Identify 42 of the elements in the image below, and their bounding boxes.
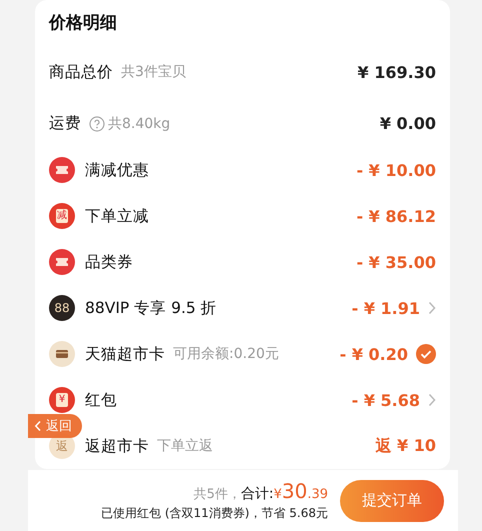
discount-amount: 返 ¥ 10: [375, 436, 436, 456]
discount-amount: - ¥ 1.91: [352, 298, 420, 318]
checkbox[interactable]: [416, 344, 436, 364]
card-icon: [49, 341, 75, 367]
chevron-icon[interactable]: [428, 301, 436, 315]
discount-label: 红包: [85, 390, 117, 410]
badge-icon: 减: [49, 203, 75, 229]
discount-amount: - ¥ 35.00: [356, 252, 436, 272]
back-button[interactable]: 返回: [28, 414, 82, 438]
row-note: 共3件宝贝: [121, 63, 186, 81]
savings-note: 已使用红包 (含双11消费券)，节省 5.68元: [101, 505, 328, 522]
badge-icon: ¥: [49, 387, 75, 413]
discount-label: 天猫超市卡: [85, 344, 165, 364]
total-decimal: .39: [307, 487, 328, 502]
discount-amount: - ¥ 0.20: [340, 344, 408, 364]
discount-label: 返超市卡: [85, 436, 149, 456]
chevron-icon[interactable]: [428, 393, 436, 407]
coupon-icon: [49, 249, 75, 275]
discount-label: 88VIP 专享 9.5 折: [85, 298, 217, 318]
discount-label: 下单立减: [85, 206, 149, 226]
total-currency: ¥: [274, 487, 282, 502]
row-note: 共8.40kg: [108, 114, 170, 132]
discount-amount: - ¥ 86.12: [356, 206, 436, 226]
discount-note: 下单立返: [157, 437, 213, 455]
discount-amount: - ¥ 10.00: [356, 160, 436, 180]
submit-button[interactable]: 提交订单: [340, 480, 444, 522]
total-label: 合计:: [240, 485, 274, 503]
discount-label: 满减优惠: [85, 160, 149, 180]
help-icon[interactable]: [89, 116, 105, 132]
row-label: 运费: [49, 113, 81, 134]
item-count: 共5件，: [194, 486, 241, 503]
row-amount: ¥ 169.30: [358, 62, 436, 82]
vip-icon: 88: [49, 295, 75, 321]
discount-label: 品类券: [85, 252, 133, 272]
coupon-icon: [49, 157, 75, 183]
discount-note: 可用余额:0.20元: [173, 345, 279, 363]
total-integer: 30: [282, 479, 308, 503]
row-label: 商品总价: [49, 62, 113, 82]
discount-amount: - ¥ 5.68: [352, 390, 420, 410]
chevron-left-icon: [34, 420, 42, 432]
section-title: 价格明细: [49, 12, 118, 34]
row-amount: ¥ 0.00: [380, 114, 436, 133]
